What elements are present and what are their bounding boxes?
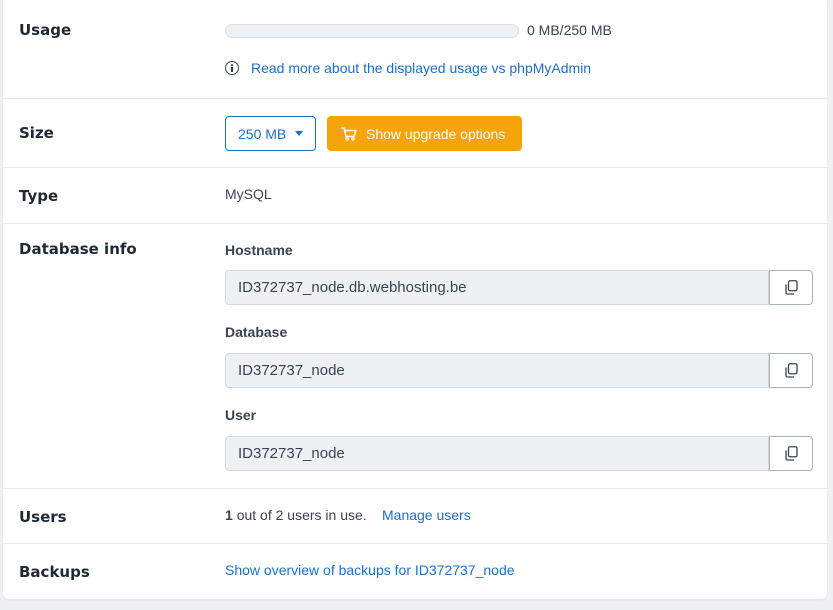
type-label: Type bbox=[19, 187, 59, 205]
show-upgrade-options-button[interactable]: Show upgrade options bbox=[327, 116, 522, 151]
type-value: MySQL bbox=[225, 186, 272, 202]
users-usage-text: 1 out of 2 users in use. bbox=[225, 507, 367, 523]
size-label: Size bbox=[19, 124, 54, 142]
copy-database-button[interactable] bbox=[769, 353, 813, 388]
backups-label: Backups bbox=[19, 563, 90, 581]
user-label: User bbox=[225, 407, 257, 423]
usage-row: Usage 0 MB/250 MB Read more about the di… bbox=[3, 0, 827, 99]
manage-users-link[interactable]: Manage users bbox=[382, 507, 471, 523]
copy-user-button[interactable] bbox=[769, 436, 813, 471]
database-name-label: Database bbox=[225, 324, 288, 340]
user-field[interactable] bbox=[225, 436, 769, 471]
backups-overview-link[interactable]: Show overview of backups for ID372737_no… bbox=[225, 562, 515, 578]
users-row: Users 1 out of 2 users in use. Manage us… bbox=[3, 489, 827, 544]
users-suffix: out of 2 users in use. bbox=[236, 507, 367, 523]
usage-progress-bar bbox=[225, 24, 519, 38]
usage-info-link[interactable]: Read more about the displayed usage vs p… bbox=[251, 60, 591, 76]
caret-down-icon bbox=[295, 131, 304, 136]
database-info-label: Database info bbox=[19, 240, 137, 258]
backups-row: Backups Show overview of backups for ID3… bbox=[3, 544, 827, 599]
copy-icon bbox=[784, 363, 798, 378]
database-name-field[interactable] bbox=[225, 353, 769, 388]
size-dropdown[interactable]: 250 MB bbox=[225, 116, 316, 151]
hostname-label: Hostname bbox=[225, 242, 293, 258]
users-label: Users bbox=[19, 508, 67, 526]
copy-hostname-button[interactable] bbox=[769, 270, 813, 305]
hostname-field[interactable] bbox=[225, 270, 769, 305]
type-row: Type MySQL bbox=[3, 168, 827, 224]
cart-icon bbox=[341, 126, 357, 141]
usage-label: Usage bbox=[19, 21, 72, 39]
info-circle-icon bbox=[225, 61, 239, 75]
copy-icon bbox=[784, 446, 798, 461]
upgrade-button-label: Show upgrade options bbox=[366, 125, 506, 142]
usage-info-line: Read more about the displayed usage vs p… bbox=[225, 60, 591, 76]
size-dropdown-value: 250 MB bbox=[238, 125, 287, 142]
users-count: 1 bbox=[225, 507, 233, 523]
database-details-card: Usage 0 MB/250 MB Read more about the di… bbox=[3, 0, 827, 599]
usage-text: 0 MB/250 MB bbox=[527, 22, 612, 38]
copy-icon bbox=[784, 280, 798, 295]
